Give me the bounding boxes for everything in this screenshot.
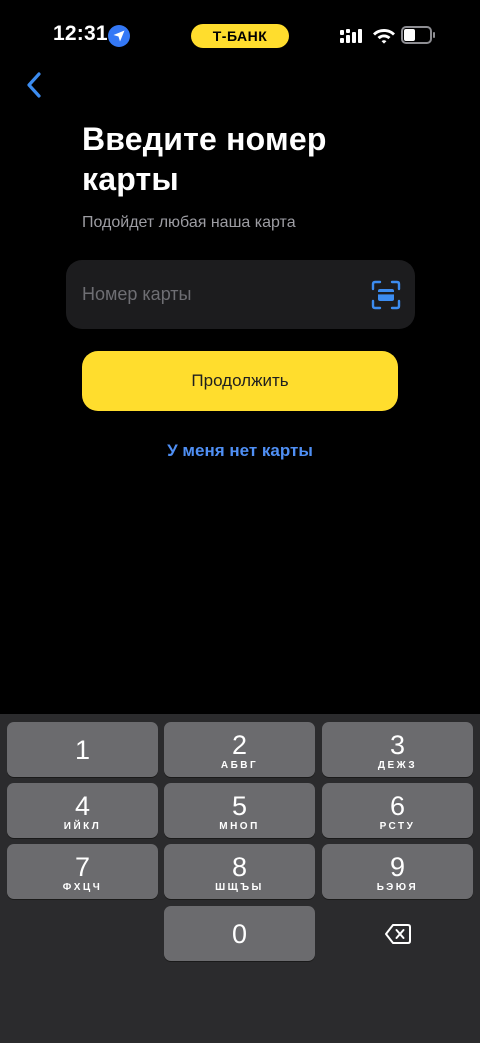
key-8[interactable]: 8 ШЩЪЫ	[164, 844, 315, 899]
key-9[interactable]: 9 ЬЭЮЯ	[322, 844, 473, 899]
key-digit: 7	[74, 852, 91, 882]
numeric-keyboard: 1 2 АБВГ 3 ДЕЖЗ 4 ИЙКЛ 5 МНОП 6 РСТУ 7 Ф…	[0, 714, 480, 1043]
key-7[interactable]: 7 ФХЦЧ	[7, 844, 158, 899]
key-letters: АБВГ	[220, 760, 259, 771]
key-letters: МНОП	[219, 821, 260, 832]
key-digit: 1	[74, 735, 91, 765]
key-letters: ЬЭЮЯ	[376, 882, 419, 893]
card-number-input[interactable]	[82, 260, 362, 329]
key-letters: ИЙКЛ	[63, 821, 102, 832]
key-6[interactable]: 6 РСТУ	[322, 783, 473, 838]
carrier-badge: Т-БАНК	[191, 24, 289, 48]
battery-icon	[401, 26, 435, 44]
delete-key[interactable]	[322, 906, 473, 961]
key-1[interactable]: 1	[7, 722, 158, 777]
key-digit: 3	[389, 730, 406, 760]
no-card-link[interactable]: У меня нет карты	[0, 441, 480, 461]
key-digit: 9	[389, 852, 406, 882]
signal-icon	[340, 29, 362, 43]
key-letters: РСТУ	[379, 821, 416, 832]
card-number-field[interactable]	[66, 260, 415, 329]
key-0[interactable]: 0	[164, 906, 315, 961]
backspace-icon	[384, 923, 411, 944]
key-digit: 5	[231, 791, 248, 821]
key-4[interactable]: 4 ИЙКЛ	[7, 783, 158, 838]
key-letters: ФХЦЧ	[62, 882, 103, 893]
continue-button[interactable]: Продолжить	[82, 351, 398, 411]
status-bar: 12:31 Т-БАНК	[0, 0, 480, 72]
chevron-left-icon	[27, 72, 41, 98]
page-subtitle: Подойдет любая наша карта	[82, 214, 296, 231]
key-digit: 4	[74, 791, 91, 821]
key-digit: 8	[231, 852, 248, 882]
status-time: 12:31	[53, 22, 108, 45]
key-2[interactable]: 2 АБВГ	[164, 722, 315, 777]
key-5[interactable]: 5 МНОП	[164, 783, 315, 838]
page-title: Введите номер карты	[82, 121, 327, 197]
back-button[interactable]	[18, 68, 50, 102]
key-digit: 0	[231, 919, 248, 949]
location-arrow-icon	[108, 25, 130, 47]
key-letters: ДЕЖЗ	[377, 760, 418, 771]
key-letters: ШЩЪЫ	[215, 882, 264, 893]
wifi-icon	[373, 29, 395, 44]
key-digit: 2	[231, 730, 248, 760]
key-digit: 6	[389, 791, 406, 821]
key-3[interactable]: 3 ДЕЖЗ	[322, 722, 473, 777]
card-scan-icon[interactable]	[371, 280, 401, 310]
